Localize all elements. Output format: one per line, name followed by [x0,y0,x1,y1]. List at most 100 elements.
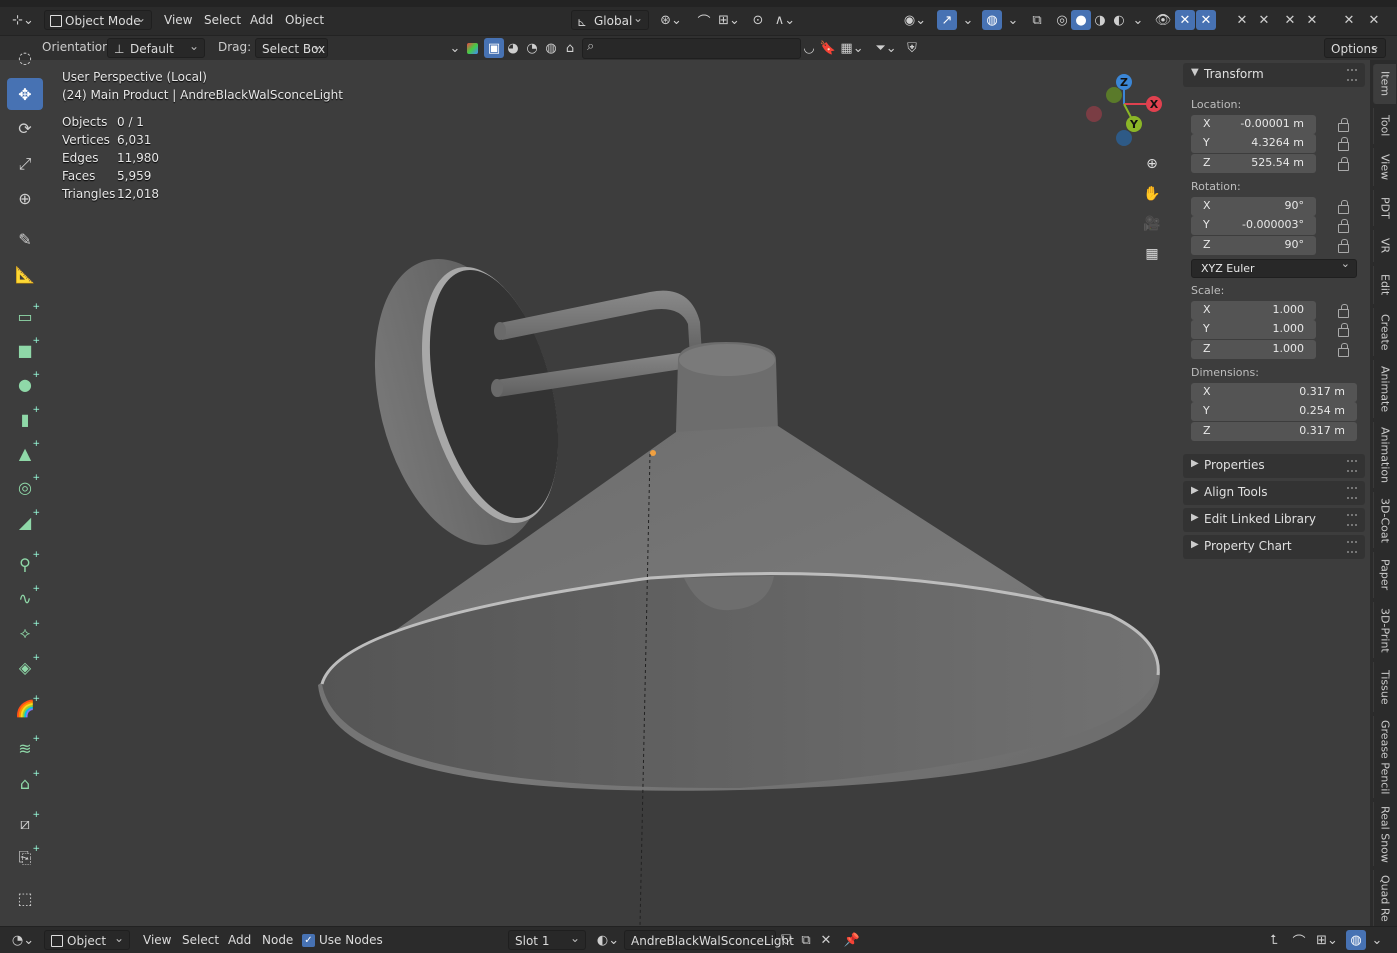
sphere-icon-4[interactable]: ⌂ [560,38,580,58]
tab-item[interactable]: Item [1373,64,1396,104]
tab-animation[interactable]: Animation [1373,422,1396,488]
fake-user-shield-icon[interactable]: ⛉ [776,930,796,950]
perspective-grid-icon[interactable]: ▦ [1139,241,1165,267]
navigation-gizmo[interactable]: Z X Y [1080,68,1170,152]
filter-x-icon-1[interactable]: ✕ [1232,10,1252,30]
lock-icon[interactable] [1335,157,1351,171]
scale-z-field[interactable]: Z 1.000 [1191,340,1316,359]
drag-grip-icon[interactable] [1347,514,1357,526]
property-chart-panel-header[interactable]: ▶ Property Chart [1183,535,1365,559]
drag-grip-icon[interactable] [1347,541,1357,553]
transform-tool-icon[interactable]: ⊕ [7,182,43,214]
location-y-field[interactable]: Y 4.3264 m [1191,134,1316,153]
tab-3d-coat[interactable]: 3D-Coat [1373,492,1396,548]
add-image-icon[interactable]: ⧄ + [7,808,43,840]
location-x-field[interactable]: X -0.00001 m [1191,115,1316,134]
rotation-x-field[interactable]: X 90° [1191,197,1316,216]
snap-target-icon[interactable]: ⊞⌄ [714,10,744,30]
shield-check-icon[interactable]: ⛨ [902,38,922,58]
add-custom-mesh-icon[interactable]: ◢ + [7,506,43,538]
tab-tool[interactable]: Tool [1373,108,1396,144]
add-file-icon[interactable]: ⎘ + [7,842,43,874]
rendered-shading-icon[interactable]: ◐ [1109,10,1129,30]
overlays-toggle-icon[interactable]: ◍ [982,10,1002,30]
drag-dropdown[interactable]: Select Box [255,36,328,58]
select-tool-icon[interactable]: ◌ [7,46,43,68]
drag-grip-icon[interactable] [1347,69,1357,81]
menu-add[interactable]: Add [224,930,255,950]
tab-view[interactable]: View [1373,148,1396,186]
material-browse-icon[interactable]: ◐⌄ [593,930,623,950]
filter-icon[interactable]: ⏷⌄ [871,38,901,58]
dimensions-y-field[interactable]: Y 0.254 m [1191,402,1357,421]
shading-dropdown-icon[interactable]: ⌄ [1128,10,1148,30]
search-input[interactable]: ⌕ [582,38,801,59]
menu-add[interactable]: Add [246,10,277,30]
rotate-tool-icon[interactable]: ⟳ [7,112,43,144]
wireframe-shading-icon[interactable]: ◎ [1052,10,1072,30]
tab-real-snow[interactable]: Real Snow [1373,802,1396,866]
pin-icon[interactable]: 📌 [842,930,862,950]
tab-edit[interactable]: Edit [1373,266,1396,304]
measure-tool-icon[interactable]: 📐 [7,258,43,290]
lock-icon[interactable] [1335,200,1351,214]
hide-viewport-icon[interactable]: 👁 [1153,10,1173,30]
slot-dropdown[interactable]: Slot 1 [508,928,586,950]
options-dropdown[interactable]: Options [1324,36,1386,58]
lock-icon[interactable] [1335,343,1351,357]
add-figure-icon[interactable]: ⌂ + [7,767,43,799]
menu-object[interactable]: Object [281,10,328,30]
tab-pdt[interactable]: PDT [1373,190,1396,226]
zoom-icon[interactable]: ⊕ [1139,151,1165,177]
filter-x-icon-3[interactable]: ✕ [1280,10,1300,30]
scale-tool-icon[interactable]: ⤢ [7,148,43,180]
editor-type-icon[interactable]: ⊹⌄ [8,10,38,30]
use-nodes-checkbox[interactable]: ✓ [302,934,315,947]
lock-icon[interactable] [1335,304,1351,318]
lock-icon[interactable] [1335,118,1351,132]
restrict-render-icon[interactable]: ✕ [1196,10,1216,30]
menu-view[interactable]: View [139,930,175,950]
pan-hand-icon[interactable]: ✋ [1139,181,1165,207]
material-shading-icon[interactable]: ◑ [1090,10,1110,30]
transform-orientation-dropdown[interactable]: ⊾ Global [571,8,649,30]
scale-y-field[interactable]: Y 1.000 [1191,320,1316,339]
bookmark-icon[interactable]: 🔖 [818,38,838,58]
sphere-icon-1[interactable]: ◕ [503,38,523,58]
dimensions-x-field[interactable]: X 0.317 m [1191,383,1357,402]
add-box-icon[interactable]: ⬚ [7,882,43,914]
add-bone-icon[interactable]: ⚲ + [7,548,43,580]
add-empty-icon[interactable]: ⟡ + [7,617,43,649]
pivot-point-icon[interactable]: ⊛⌄ [656,10,686,30]
add-light-icon[interactable]: ◈ + [7,651,43,683]
overlays-dropdown-icon[interactable]: ⌄ [1003,10,1023,30]
lock-icon[interactable] [1335,137,1351,151]
add-cylinder-icon[interactable]: ▮ + [7,403,43,435]
proportional-falloff-icon[interactable]: ∧⌄ [770,10,800,30]
camera-icon[interactable]: 🎥 [1139,211,1165,237]
drag-grip-icon[interactable] [1347,487,1357,499]
gizmo-toggle-icon[interactable]: ↗ [937,10,957,30]
solid-shading-icon[interactable]: ● [1071,10,1091,30]
snap-grid-icon[interactable]: ⊞⌄ [1312,930,1342,950]
neg-x-icon[interactable] [1086,106,1102,122]
scale-x-field[interactable]: X 1.000 [1191,301,1316,320]
add-cube-icon[interactable]: ■ + [7,334,43,366]
move-tool-icon[interactable]: ✥ [7,78,43,110]
tab-create[interactable]: Create [1373,308,1396,356]
neg-y-icon[interactable] [1106,87,1122,103]
restrict-select-icon[interactable]: ✕ [1175,10,1195,30]
rotation-z-field[interactable]: Z 90° [1191,236,1316,255]
properties-panel-header[interactable]: ▶ Properties [1183,454,1365,478]
lock-icon[interactable] [1335,239,1351,253]
sphere-icon-2[interactable]: ◔ [522,38,542,58]
shader-type-dropdown[interactable]: Object [44,928,130,950]
duplicate-icon[interactable]: ⧉ [796,930,816,950]
tab-quad-re[interactable]: Quad Re [1373,870,1396,926]
close-icon[interactable]: ✕ [816,930,836,950]
rotation-y-field[interactable]: Y -0.000003° [1191,216,1316,235]
rotation-mode-dropdown[interactable]: XYZ Euler [1191,257,1357,278]
transform-panel-header[interactable]: ▼ Transform [1183,63,1365,87]
snap-toggle-icon[interactable]: ⌒ [694,10,714,30]
menu-view[interactable]: View [160,10,196,30]
